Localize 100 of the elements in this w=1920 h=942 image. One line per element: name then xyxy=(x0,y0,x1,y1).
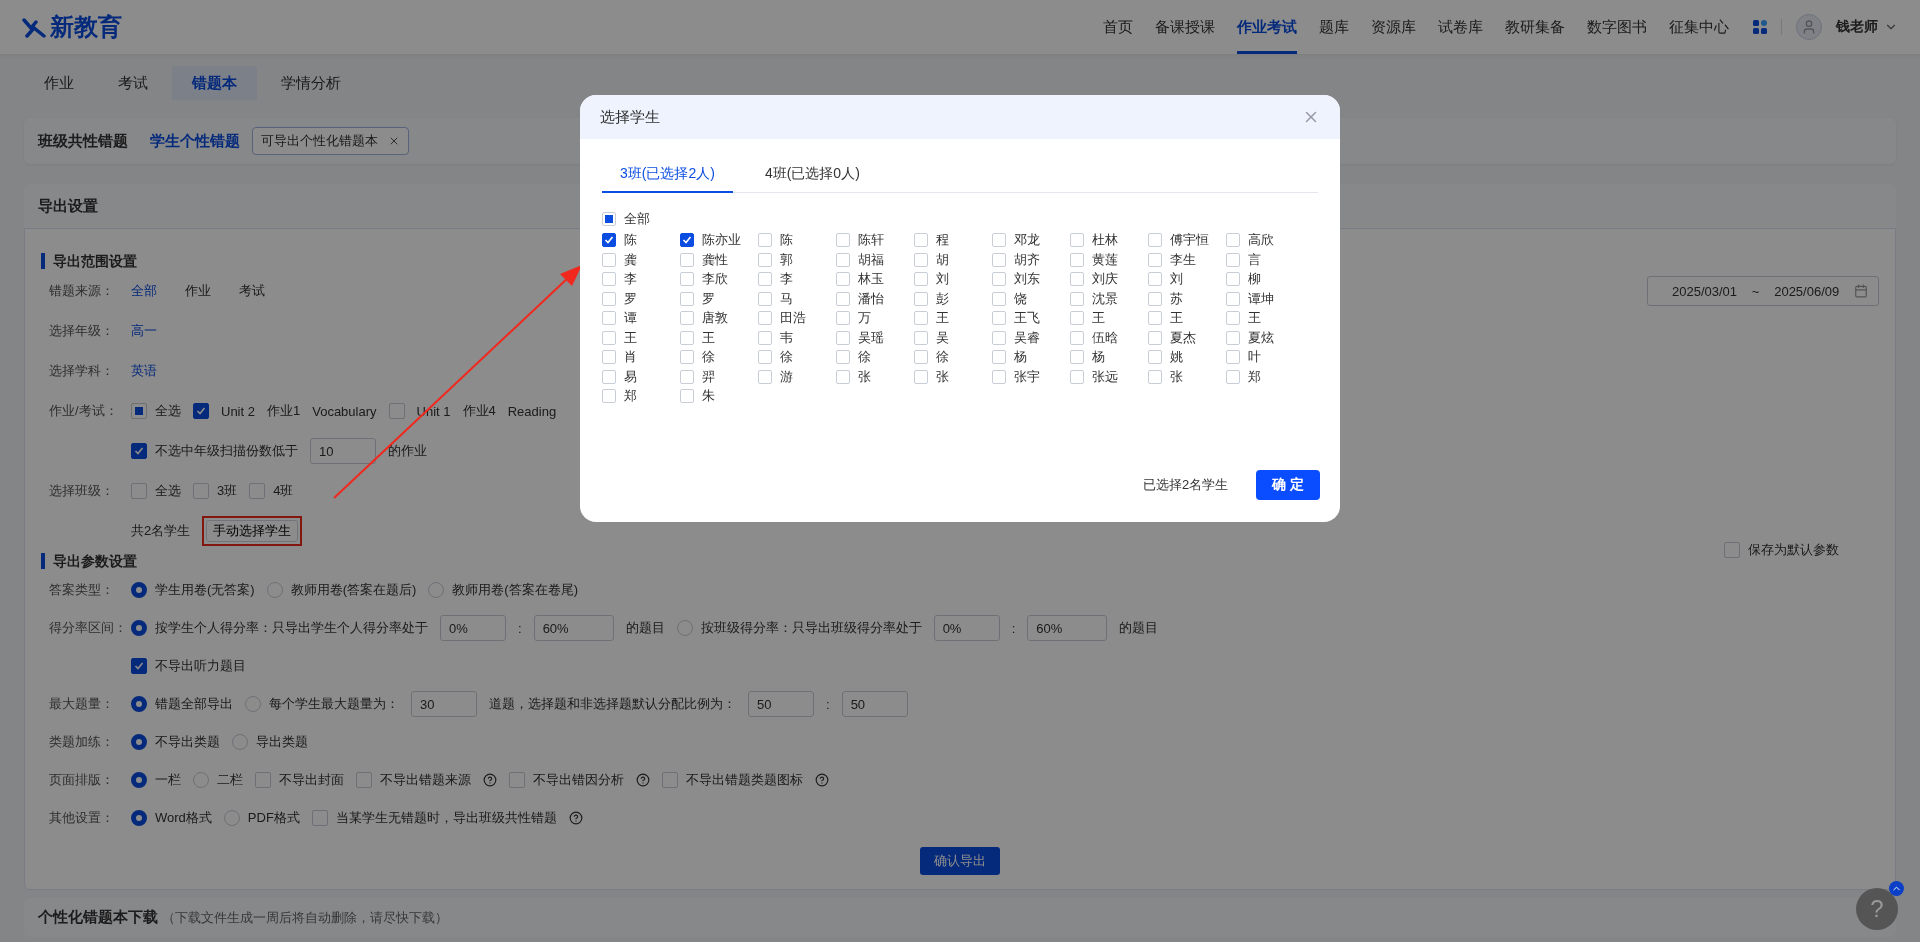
checkbox[interactable] xyxy=(131,658,147,674)
sub-tab[interactable]: 作业 xyxy=(24,66,94,100)
sub-tab[interactable]: 考试 xyxy=(98,66,168,100)
radio-label: 按学生个人得分率：只导出学生个人得分率处于 xyxy=(155,619,428,637)
student-name: 王飞 xyxy=(1014,309,1040,328)
help-icon[interactable] xyxy=(568,811,583,825)
mode-tab[interactable]: 学生个性错题 xyxy=(150,131,240,151)
help-icon[interactable] xyxy=(815,773,829,787)
sub-tab[interactable]: 学情分析 xyxy=(261,66,361,100)
student-name: 马 xyxy=(780,289,793,308)
checkbox[interactable] xyxy=(680,233,694,248)
student-name: 韦 xyxy=(780,328,793,347)
nav-item[interactable]: 作业考试 xyxy=(1237,0,1297,54)
number-field[interactable]: 50 xyxy=(841,691,908,717)
student-name: 王 xyxy=(936,309,949,328)
radio-label: 不导出类题 xyxy=(155,733,220,751)
filter-link[interactable]: 英语 xyxy=(131,362,157,380)
help-icon[interactable] xyxy=(483,773,497,787)
label-text: : xyxy=(826,696,830,712)
filter-link[interactable]: 作业 xyxy=(185,282,211,300)
checkbox-label: 不导出错题来源 xyxy=(380,771,471,789)
student-name: 王 xyxy=(624,328,637,347)
range-separator: ~ xyxy=(1751,283,1760,299)
nav-item[interactable]: 资源库 xyxy=(1371,0,1416,54)
number-field[interactable]: 0% xyxy=(440,615,506,641)
student-name: 胡齐 xyxy=(1014,250,1040,269)
mode-tab[interactable]: 班级共性错题 xyxy=(38,131,128,151)
student-name: 万 xyxy=(858,309,871,328)
nav-item[interactable]: 试卷库 xyxy=(1438,0,1483,54)
student-name: 夏炫 xyxy=(1248,328,1274,347)
checkbox[interactable] xyxy=(193,403,209,419)
help-icon[interactable] xyxy=(636,773,650,787)
radio-button[interactable] xyxy=(131,582,147,598)
radio-label: 一栏 xyxy=(155,771,181,789)
field-label: 页面排版： xyxy=(48,771,115,789)
nav-item[interactable]: 数字图书 xyxy=(1587,0,1647,54)
radio-button[interactable] xyxy=(131,810,147,826)
checkbox-label: 保存为默认参数 xyxy=(1748,541,1839,559)
radio-label: 按班级得分率：只导出班级得分率处于 xyxy=(700,619,922,637)
radio-button[interactable] xyxy=(131,620,147,636)
student-name: 郑 xyxy=(1248,367,1261,386)
number-field[interactable]: 60% xyxy=(533,615,614,641)
close-icon[interactable] xyxy=(388,135,400,147)
student-name: 徐 xyxy=(702,348,715,367)
number-field[interactable]: 50 xyxy=(748,691,814,717)
student-name: 张 xyxy=(858,367,871,386)
avatar[interactable] xyxy=(1796,14,1822,40)
radio-button[interactable] xyxy=(131,772,147,788)
radio-button[interactable] xyxy=(131,734,147,750)
student-name: 谭 xyxy=(624,309,637,328)
user-name[interactable]: 钱老师 xyxy=(1836,18,1878,36)
filter-link[interactable]: 考试 xyxy=(239,282,265,300)
label-text: 道题，选择题和非选择题默认分配比例为： xyxy=(489,695,736,713)
student-name: 王 xyxy=(1170,309,1183,328)
date-range-field[interactable]: 2025/03/01 ~ 2025/06/09 xyxy=(1647,276,1879,306)
class-tab[interactable]: 4班(已选择0人) xyxy=(746,157,878,193)
label-text: : xyxy=(518,620,522,636)
label-text: Vocabulary xyxy=(312,403,377,419)
checkbox[interactable] xyxy=(131,443,147,459)
student-name: 言 xyxy=(1248,250,1261,269)
sub-tab[interactable]: 错题本 xyxy=(172,66,257,100)
radio-label: 学生用卷(无答案) xyxy=(155,581,255,599)
number-field[interactable]: 10 xyxy=(310,438,376,464)
section-title: 导出范围设置 xyxy=(41,253,137,269)
tag-text: 可导出个性化错题本 xyxy=(261,132,378,150)
export-button[interactable]: 确认导出 xyxy=(920,847,1000,875)
number-field[interactable]: 0% xyxy=(933,615,1000,641)
filter-link[interactable]: 高一 xyxy=(131,322,157,340)
student-name: 陈轩 xyxy=(858,231,884,250)
student-name: 刘 xyxy=(1170,270,1183,289)
class-tab[interactable]: 3班(已选择2人) xyxy=(602,157,733,193)
student-name: 黄莲 xyxy=(1092,250,1118,269)
checkbox[interactable] xyxy=(602,233,616,248)
selection-summary: 已选择2名学生 xyxy=(1142,476,1229,494)
radio-button[interactable] xyxy=(131,696,147,712)
student-name: 刘庆 xyxy=(1092,270,1118,289)
nav-item[interactable]: 首页 xyxy=(1103,0,1133,54)
radio-label: 教师用卷(答案在卷尾) xyxy=(452,581,578,599)
nav-item[interactable]: 备课授课 xyxy=(1155,0,1215,54)
end-date: 2025/06/09 xyxy=(1774,283,1840,299)
filter-link[interactable]: 全部 xyxy=(131,282,157,300)
radio-label: 错题全部导出 xyxy=(155,695,233,713)
number-field[interactable]: 30 xyxy=(411,691,477,717)
student-name: 谭坤 xyxy=(1248,289,1274,308)
radio-label: 教师用卷(答案在题后) xyxy=(290,581,417,599)
apps-icon[interactable] xyxy=(1753,20,1767,34)
confirm-button[interactable]: 确 定 xyxy=(1256,470,1320,500)
nav-item[interactable]: 征集中心 xyxy=(1669,0,1729,54)
nav-item[interactable]: 教研集备 xyxy=(1505,0,1565,54)
label-text: Reading xyxy=(507,403,557,419)
number-field[interactable]: 60% xyxy=(1027,615,1108,641)
student-name: 胡 xyxy=(936,250,949,269)
select-students-button[interactable]: 手动选择学生 xyxy=(206,520,299,542)
student-name: 夏杰 xyxy=(1170,328,1196,347)
student-name: 杨 xyxy=(1014,348,1027,367)
card-title: 个性化错题本下载 xyxy=(38,908,158,927)
student-name: 龚性 xyxy=(702,250,728,269)
field-label: 选择年级： xyxy=(48,322,115,340)
student-name: 徐 xyxy=(936,348,949,367)
nav-item[interactable]: 题库 xyxy=(1319,0,1349,54)
